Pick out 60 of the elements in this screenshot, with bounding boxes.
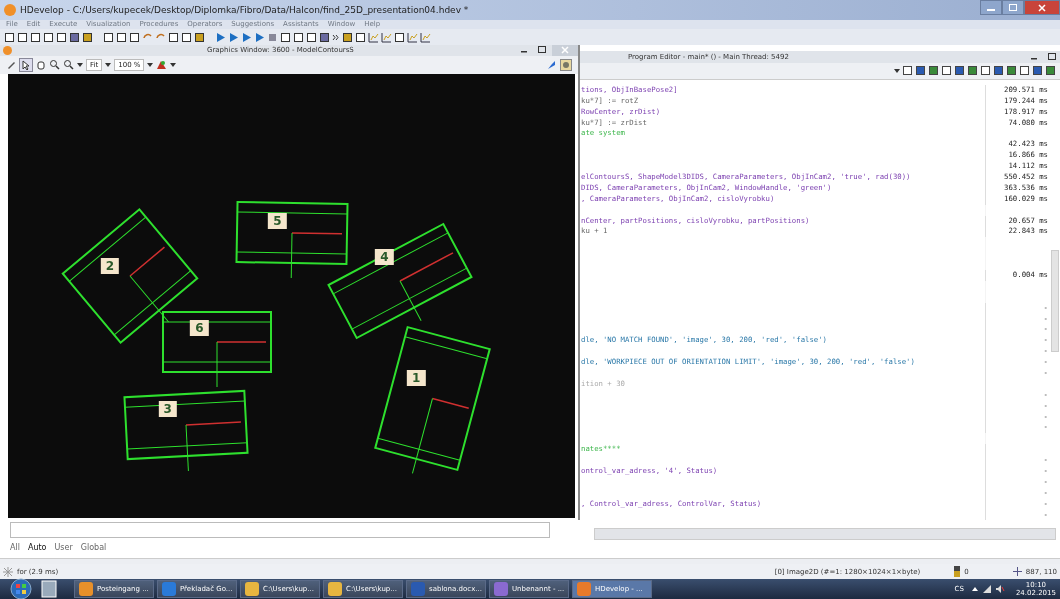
editor-tool-icon[interactable] [967, 65, 978, 77]
editor-tool-icon[interactable] [993, 65, 1004, 77]
editor-tool-icon[interactable] [915, 65, 926, 77]
caret-icon[interactable] [894, 68, 900, 73]
editor-tool-icon[interactable] [1045, 65, 1056, 77]
close-button[interactable] [1024, 0, 1060, 15]
zoom-icon[interactable] [63, 59, 74, 71]
pin-icon[interactable] [546, 59, 557, 71]
editor-tool-icon[interactable] [928, 65, 939, 77]
variable-tab[interactable]: User [54, 543, 73, 553]
caret-icon[interactable] [105, 62, 112, 67]
horizontal-scrollbar[interactable] [594, 528, 1056, 541]
settings-icon[interactable] [560, 58, 572, 71]
app-logo-icon [3, 45, 12, 55]
start-button[interactable] [10, 578, 32, 599]
object-number-label: 5 [268, 213, 287, 230]
zoom-icon[interactable] [49, 59, 60, 71]
caret-icon[interactable] [147, 62, 154, 67]
variable-tab[interactable]: All [10, 543, 20, 553]
gauge-icon [954, 566, 961, 578]
play-icon[interactable] [228, 31, 239, 43]
editor-tool-icon[interactable] [1032, 65, 1043, 77]
play-icon[interactable] [241, 31, 252, 43]
tray-arrow-icon[interactable] [970, 585, 979, 593]
app-icon [493, 581, 509, 597]
play-icon[interactable] [215, 31, 226, 43]
chart-icon[interactable] [420, 31, 431, 43]
pencil-icon[interactable] [6, 59, 17, 71]
app-icon [410, 581, 426, 597]
window-title: HDevelop - C:/Users/kupecek/Desktop/Diplomka/Fibro/Data/Halcon/find_25D_presentation04.hdev * [20, 4, 469, 15]
pointer-icon[interactable] [20, 58, 32, 71]
cursor-position-icon [1012, 567, 1022, 577]
close-icon [561, 46, 569, 55]
variable-tab[interactable]: Auto [27, 543, 47, 553]
app-icon [78, 581, 94, 597]
editor-tool-icon[interactable] [902, 65, 913, 77]
run-status-icon [3, 566, 13, 577]
close-icon [1038, 3, 1046, 12]
maximize-icon [1048, 53, 1056, 61]
palette-icon[interactable] [156, 59, 168, 71]
maximize-icon [538, 46, 546, 54]
vertical-scrollbar[interactable] [1051, 249, 1059, 352]
caret-icon[interactable] [77, 62, 83, 67]
app-logo-icon [4, 3, 16, 16]
editor-tool-icon[interactable] [954, 65, 965, 77]
editor-tool-icon[interactable] [980, 65, 991, 77]
editor-tool-icon[interactable] [1006, 65, 1017, 77]
speaker-icon[interactable] [994, 584, 1005, 594]
editor-tool-icon[interactable] [941, 65, 952, 77]
maximize-icon [1009, 4, 1017, 11]
app-icon [327, 581, 343, 597]
caret-icon[interactable] [170, 62, 177, 67]
app-icon [244, 581, 260, 597]
app-icon [161, 581, 177, 597]
editor-tool-icon[interactable] [1019, 65, 1030, 77]
signal-icon[interactable] [981, 584, 992, 594]
app-icon [576, 581, 592, 597]
variable-tab[interactable]: Global [80, 543, 107, 553]
object-number-label: 6 [190, 320, 209, 337]
play-icon[interactable] [254, 31, 265, 43]
